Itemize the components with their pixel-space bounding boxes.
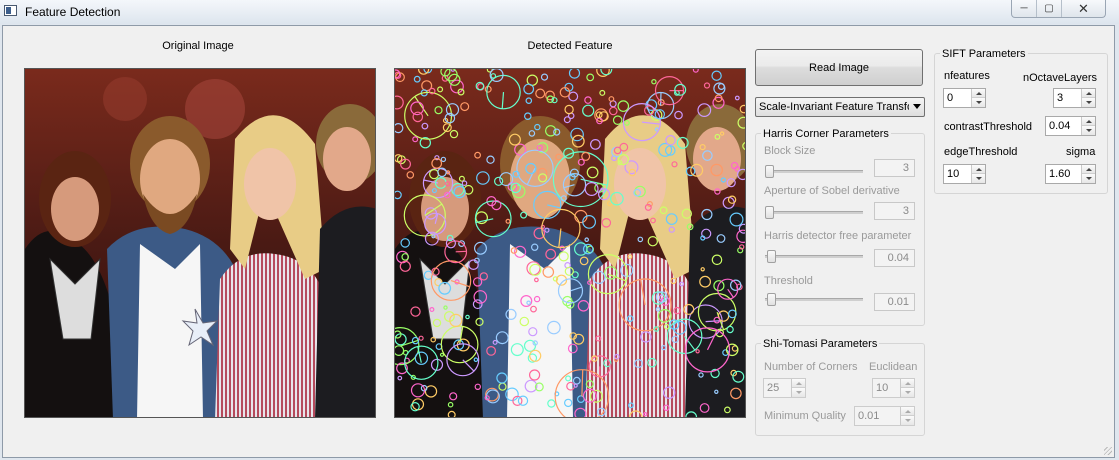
free-parameter-value: 0.04: [874, 249, 915, 267]
dropdown-arrow-icon: [913, 104, 921, 109]
noctave-layers-spinbox-value: 3: [1057, 92, 1064, 104]
minimum-quality-label: Minimum Quality: [764, 410, 846, 422]
contrast-threshold-label: contrastThreshold: [944, 121, 1033, 133]
spin-up-icon[interactable]: [1082, 165, 1095, 174]
resize-grip-icon[interactable]: [1104, 447, 1112, 455]
contrast-threshold-spinbox[interactable]: 0.04: [1045, 116, 1096, 136]
nfeatures-spinbox[interactable]: 0: [943, 88, 986, 108]
free-parameter-label: Harris detector free parameter: [764, 230, 912, 242]
euclidean-spinbox-value: 10: [876, 382, 889, 394]
method-select-value: Scale-Invariant Feature Transform: [759, 101, 909, 113]
minimum-quality-spinbox-value: 0.01: [858, 410, 880, 422]
app-icon: [4, 5, 17, 16]
edge-threshold-label: edgeThreshold: [944, 146, 1018, 158]
method-select[interactable]: Scale-Invariant Feature Transform: [755, 97, 925, 117]
original-image-picture: [25, 69, 375, 417]
threshold-label: Threshold: [764, 275, 813, 287]
noctave-layers-spinbox[interactable]: 3: [1053, 88, 1096, 108]
aperture-value: 3: [874, 202, 915, 220]
spin-down-icon[interactable]: [1082, 98, 1095, 107]
spin-down-icon[interactable]: [1082, 174, 1095, 183]
block-size-value: 3: [874, 159, 915, 177]
sift-group-title: SIFT Parameters: [940, 48, 1028, 60]
spin-up-icon[interactable]: [1082, 117, 1095, 126]
block-size-slider[interactable]: [765, 165, 863, 178]
free-parameter-slider[interactable]: [765, 250, 863, 263]
spin-up-icon[interactable]: [972, 165, 985, 174]
original-image: [24, 68, 376, 418]
block-size-label: Block Size: [764, 145, 816, 157]
noctave-layers-label: nOctaveLayers: [1023, 72, 1097, 84]
sigma-spinbox[interactable]: 1.60: [1045, 164, 1096, 184]
spin-up-icon[interactable]: [1082, 89, 1095, 98]
edge-threshold-spinbox-value: 10: [947, 168, 960, 180]
threshold-value: 0.01: [874, 293, 915, 311]
detected-feature-image: [394, 68, 746, 418]
euclidean-spinbox[interactable]: 10: [872, 378, 915, 398]
corners-spinbox-value: 25: [767, 382, 780, 394]
minimum-quality-spinbox[interactable]: 0.01: [854, 406, 915, 426]
detected-feature-caption: Detected Feature: [527, 40, 613, 52]
spin-down-icon[interactable]: [901, 416, 914, 425]
window-title: Feature Detection: [25, 5, 121, 19]
nfeatures-spinbox-value: 0: [947, 92, 954, 104]
spin-up-icon[interactable]: [901, 379, 914, 388]
sigma-label: sigma: [1066, 146, 1096, 158]
client-area: Original Image Detected Feature Read Ima…: [2, 25, 1115, 458]
close-icon[interactable]: ✕: [1062, 0, 1105, 17]
spin-down-icon[interactable]: [972, 174, 985, 183]
nfeatures-label: nfeatures: [944, 70, 990, 82]
spin-down-icon[interactable]: [792, 388, 805, 397]
spin-down-icon[interactable]: [901, 388, 914, 397]
spin-down-icon[interactable]: [972, 98, 985, 107]
harris-group-title: Harris Corner Parameters: [761, 128, 891, 140]
sigma-spinbox-value: 1.60: [1049, 168, 1071, 180]
corners-spinbox[interactable]: 25: [763, 378, 806, 398]
corners-label: Number of Corners: [764, 361, 858, 373]
spin-up-icon[interactable]: [972, 89, 985, 98]
restore-icon[interactable]: ▢: [1037, 0, 1062, 17]
detected-feature-picture: [395, 69, 745, 417]
spin-up-icon[interactable]: [792, 379, 805, 388]
contrast-threshold-spinbox-value: 0.04: [1049, 120, 1071, 132]
original-image-caption: Original Image: [162, 40, 234, 52]
minimize-icon[interactable]: ─: [1012, 0, 1037, 17]
euclidean-label: Euclidean: [869, 361, 918, 373]
title-bar: Feature Detection ─ ▢ ✕: [0, 0, 1119, 24]
edge-threshold-spinbox[interactable]: 10: [943, 164, 986, 184]
aperture-label: Aperture of Sobel derivative: [764, 185, 900, 197]
window-controls: ─ ▢ ✕: [1011, 0, 1106, 18]
shi-tomasi-group-title: Shi-Tomasi Parameters: [761, 338, 880, 350]
threshold-slider[interactable]: [765, 293, 863, 306]
aperture-slider[interactable]: [765, 206, 863, 219]
spin-down-icon[interactable]: [1082, 126, 1095, 135]
read-image-button[interactable]: Read Image: [755, 49, 923, 86]
spin-up-icon[interactable]: [901, 407, 914, 416]
